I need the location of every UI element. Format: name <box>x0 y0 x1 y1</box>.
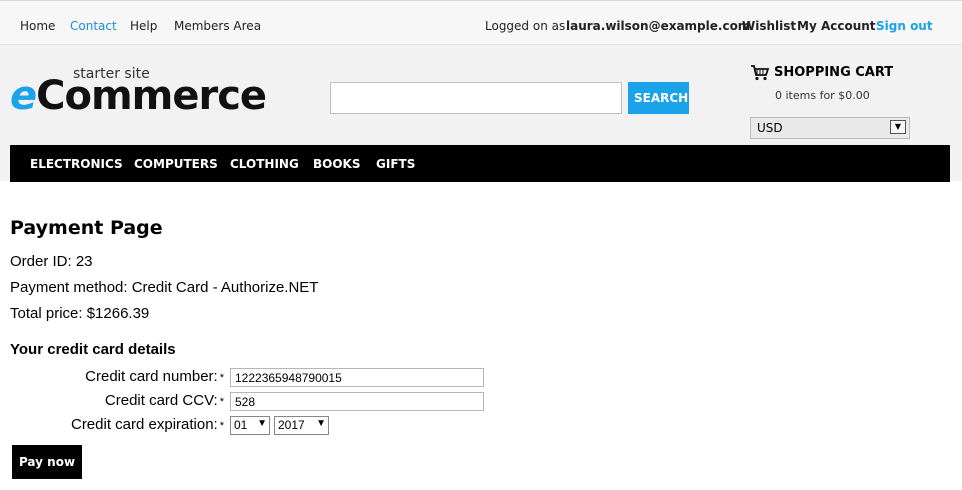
help-link[interactable]: Help <box>130 19 157 33</box>
logged-on-label: Logged on as <box>485 19 566 33</box>
required-mark: * <box>219 396 224 408</box>
card-expiration-label: Credit card expiration: * <box>70 416 224 433</box>
site-header: Home Contact Help Members Area Logged on… <box>0 0 962 182</box>
nav-item-clothing[interactable]: CLOTHING <box>230 157 299 171</box>
cart-icon <box>751 65 770 81</box>
expiration-month-value: 01 <box>234 418 248 432</box>
home-link[interactable]: Home <box>20 19 55 33</box>
card-ccv-label: Credit card CCV: * <box>104 392 224 409</box>
cart-summary: 0 items for $0.00 <box>775 89 870 102</box>
chevron-down-icon: ▼ <box>257 418 267 429</box>
search-input[interactable] <box>330 82 622 114</box>
total-price: Total price: $1266.39 <box>10 305 150 322</box>
required-mark: * <box>219 372 224 384</box>
chevron-down-icon: ▼ <box>316 418 326 429</box>
expiration-year-select[interactable]: 2017 ▼ <box>274 416 329 435</box>
nav-item-computers[interactable]: COMPUTERS <box>134 157 218 171</box>
search-button[interactable]: SEARCH <box>628 82 689 114</box>
nav-item-books[interactable]: BOOKS <box>313 157 361 171</box>
chevron-down-icon: ▼ <box>890 120 906 134</box>
my-account-link[interactable]: My Account <box>797 19 876 33</box>
payment-method: Payment method: Credit Card - Authorize.… <box>10 279 319 296</box>
currency-select[interactable]: USD ▼ <box>750 117 910 139</box>
expiration-year-value: 2017 <box>278 418 305 432</box>
currency-value: USD <box>757 121 783 135</box>
required-mark: * <box>219 420 224 432</box>
card-ccv-input[interactable] <box>230 392 484 411</box>
wishlist-link[interactable]: Wishlist <box>742 19 796 33</box>
logo-wordmark: eCommerce <box>10 73 267 119</box>
nav-item-gifts[interactable]: GIFTS <box>376 157 415 171</box>
contact-link[interactable]: Contact <box>70 19 117 33</box>
pay-now-button[interactable]: Pay now <box>12 445 82 479</box>
credit-card-heading: Your credit card details <box>10 341 176 358</box>
members-area-link[interactable]: Members Area <box>174 19 261 33</box>
cart-title: SHOPPING CART <box>774 65 894 80</box>
main-nav: ELECTRONICS COMPUTERS CLOTHING BOOKS GIF… <box>10 145 950 182</box>
site-logo[interactable]: starter site eCommerce <box>10 63 270 123</box>
expiration-month-select[interactable]: 01 ▼ <box>230 416 270 435</box>
order-id: Order ID: 23 <box>10 253 93 270</box>
top-bar: Home Contact Help Members Area Logged on… <box>0 1 962 45</box>
nav-item-electronics[interactable]: ELECTRONICS <box>30 157 123 171</box>
user-email: laura.wilson@example.com <box>566 19 751 33</box>
page-title: Payment Page <box>10 217 163 239</box>
card-number-input[interactable] <box>230 368 484 387</box>
card-number-label: Credit card number: * <box>85 368 224 385</box>
sign-out-link[interactable]: Sign out <box>876 19 933 33</box>
